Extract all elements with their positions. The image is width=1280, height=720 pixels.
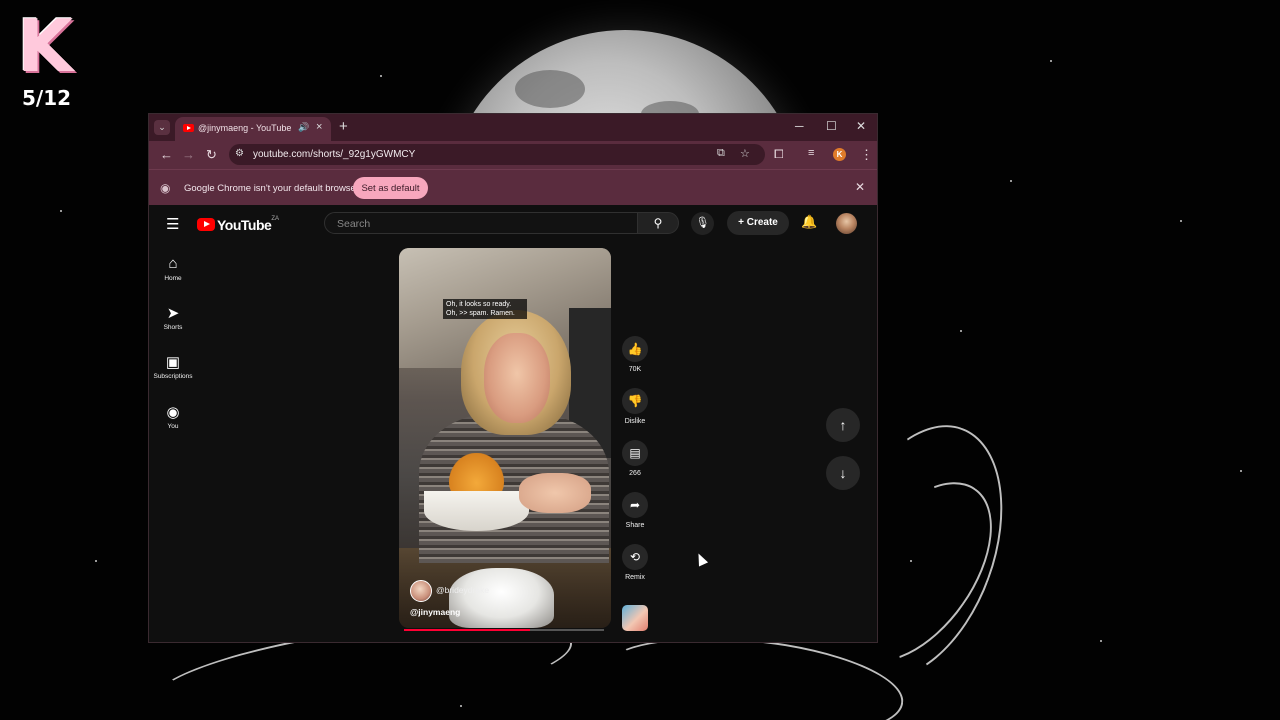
site-info-icon[interactable]: ⚙ — [235, 148, 244, 159]
youtube-play-icon — [197, 218, 215, 232]
plus-icon: + — [738, 217, 747, 228]
comment-count: 266 — [629, 470, 641, 477]
sidebar-label: Subscriptions — [153, 373, 193, 380]
previous-short-button[interactable]: ↑ — [826, 408, 860, 442]
sidebar-item-shorts[interactable]: ➤ Shorts — [149, 304, 197, 331]
new-tab-button[interactable]: + — [339, 118, 348, 135]
create-label: Create — [746, 217, 778, 228]
short-video-player[interactable]: Oh, it looks so ready. Oh, >> spam. Rame… — [399, 248, 611, 628]
minimize-button[interactable]: ─ — [795, 119, 804, 133]
default-browser-infobar: ◉ Google Chrome isn't your default brows… — [149, 169, 877, 206]
sidebar-item-you[interactable]: ◉ You — [149, 403, 197, 430]
video-progress-fill — [404, 629, 530, 631]
sidebar-item-subscriptions[interactable]: ▣ Subscriptions — [149, 353, 197, 380]
dislike-label: Dislike — [624, 418, 646, 425]
comment-icon: ▤ — [622, 440, 648, 466]
youtube-logo[interactable]: YouTubeZA — [197, 216, 279, 234]
collaborator-avatar[interactable] — [410, 580, 432, 602]
thumbs-up-icon: 👍 — [622, 336, 648, 362]
video-progress-bar[interactable] — [404, 629, 604, 631]
next-short-button[interactable]: ↓ — [826, 456, 860, 490]
extensions-icon[interactable]: ⧠ — [774, 147, 784, 162]
browser-window: ⌄ @jinymaeng - YouTube 🔊 × + ─ ☐ ✕ ← → ↻… — [148, 113, 878, 643]
infobar-message: Google Chrome isn't your default browser — [184, 183, 360, 194]
media-controls-icon[interactable]: ≡ — [808, 147, 814, 159]
shorts-icon: ➤ — [166, 305, 180, 322]
comments-button[interactable]: ▤ 266 — [621, 440, 649, 477]
channel-name[interactable]: @jinymaeng — [410, 607, 460, 617]
region-code: ZA — [271, 216, 279, 222]
back-icon[interactable]: ← — [160, 147, 173, 162]
profile-avatar[interactable]: K — [833, 148, 846, 161]
tab-active[interactable]: @jinymaeng - YouTube 🔊 × — [175, 117, 331, 141]
collaborator-name[interactable]: @brideydrake — [436, 585, 489, 595]
thumbs-down-icon: 👎 — [622, 388, 648, 414]
remix-icon: ⟲ — [622, 544, 648, 570]
sidebar-label: You — [167, 423, 179, 430]
home-icon: ⌂ — [168, 255, 178, 272]
share-button[interactable]: ➦ Share — [621, 492, 649, 529]
maximize-button[interactable]: ☐ — [826, 119, 837, 133]
chrome-icon: ◉ — [160, 181, 171, 195]
like-count: 70K — [628, 366, 642, 373]
search-box[interactable] — [324, 212, 638, 234]
tab-search-button[interactable]: ⌄ — [154, 120, 170, 135]
menu-kebab-icon[interactable]: ⋮ — [860, 147, 873, 163]
arrow-up-icon: ↑ — [839, 417, 847, 433]
hamburger-menu-icon[interactable]: ☰ — [166, 215, 179, 233]
sidebar-label: Home — [164, 275, 182, 282]
toolbar: ← → ↻ ⚙ youtube.com/shorts/_92g1yGWMCY ⧉… — [149, 141, 877, 169]
arrow-down-icon: ↓ — [839, 465, 847, 481]
speaker-icon[interactable]: 🔊 — [298, 122, 309, 133]
sidebar-item-home[interactable]: ⌂ Home — [149, 255, 197, 282]
subscriptions-icon: ▣ — [165, 354, 181, 371]
remix-label: Remix — [625, 574, 645, 581]
reload-icon[interactable]: ↻ — [206, 147, 217, 163]
search-icon: ⚲ — [653, 216, 663, 230]
address-bar[interactable]: ⚙ youtube.com/shorts/_92g1yGWMCY ⧉ ☆ — [229, 144, 765, 165]
tab-title: @jinymaeng - YouTube — [198, 123, 292, 133]
search-button[interactable]: ⚲ — [637, 212, 679, 234]
youtube-wordmark: YouTube — [217, 216, 272, 233]
forward-icon[interactable]: → — [182, 147, 195, 162]
infobar-close-icon[interactable]: ✕ — [855, 180, 865, 194]
sidebar-label: Shorts — [163, 324, 183, 331]
dislike-button[interactable]: 👎 Dislike — [621, 388, 649, 425]
search-input[interactable] — [335, 215, 629, 233]
k-logo: K — [17, 4, 73, 88]
install-app-icon[interactable]: ⧉ — [717, 147, 725, 160]
you-icon: ◉ — [166, 404, 180, 421]
voice-search-button[interactable]: 🎙 — [691, 212, 714, 235]
share-arrow-icon: ➦ — [622, 492, 648, 518]
close-window-button[interactable]: ✕ — [856, 119, 866, 133]
like-button[interactable]: 👍 70K — [621, 336, 649, 373]
account-avatar[interactable] — [836, 213, 857, 234]
youtube-favicon-icon — [183, 124, 194, 132]
remix-button[interactable]: ⟲ Remix — [621, 544, 649, 581]
youtube-page: ☰ YouTubeZA ⚲ 🎙 + Create 🔔 ⌂ Home ➤ Shor… — [149, 205, 877, 642]
notifications-bell-icon[interactable]: 🔔 — [801, 214, 817, 230]
tab-bar: ⌄ @jinymaeng - YouTube 🔊 × + ─ ☐ ✕ — [149, 114, 877, 141]
sound-thumbnail[interactable] — [622, 605, 648, 631]
video-caption: Oh, it looks so ready. Oh, >> spam. Rame… — [443, 299, 527, 319]
url-text: youtube.com/shorts/_92g1yGWMCY — [253, 149, 416, 160]
episode-counter: 5/12 — [22, 86, 72, 110]
tab-close-icon[interactable]: × — [316, 121, 322, 133]
create-button[interactable]: + Create — [727, 211, 789, 235]
set-as-default-button[interactable]: Set as default — [353, 177, 428, 199]
share-label: Share — [625, 522, 645, 529]
microphone-icon: 🎙 — [695, 217, 710, 229]
bookmark-star-icon[interactable]: ☆ — [740, 147, 750, 160]
